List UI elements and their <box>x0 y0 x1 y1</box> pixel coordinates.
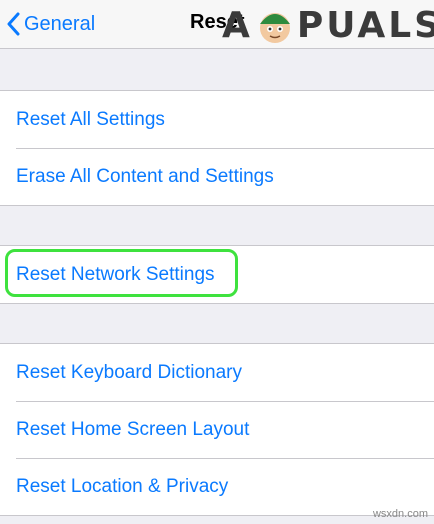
settings-group-general-reset: Reset All Settings Erase All Content and… <box>0 90 434 206</box>
row-label: Reset Keyboard Dictionary <box>16 361 242 383</box>
reset-network-settings-row[interactable]: Reset Network Settings <box>0 246 434 303</box>
settings-group-other-reset: Reset Keyboard Dictionary Reset Home Scr… <box>0 343 434 516</box>
row-label: Reset Network Settings <box>16 263 215 285</box>
mascot-logo-icon <box>259 13 290 43</box>
settings-group-network: Reset Network Settings <box>0 245 434 304</box>
reset-location-privacy-row[interactable]: Reset Location & Privacy <box>0 458 434 515</box>
row-label: Reset All Settings <box>16 108 165 130</box>
row-label: Reset Home Screen Layout <box>16 418 250 440</box>
reset-all-settings-row[interactable]: Reset All Settings <box>0 91 434 148</box>
row-label: Erase All Content and Settings <box>16 165 274 187</box>
row-label: Reset Location & Privacy <box>16 475 229 497</box>
reset-home-screen-layout-row[interactable]: Reset Home Screen Layout <box>0 401 434 458</box>
reset-keyboard-dictionary-row[interactable]: Reset Keyboard Dictionary <box>0 344 434 401</box>
erase-all-content-row[interactable]: Erase All Content and Settings <box>0 148 434 205</box>
site-watermark: wsxdn.com <box>372 508 428 520</box>
watermark-letters-puals: PUALS <box>296 5 434 46</box>
chevron-left-icon <box>7 12 20 36</box>
back-button[interactable]: General <box>6 10 95 38</box>
watermark-letter-a: A <box>222 5 253 46</box>
back-button-label: General <box>24 12 96 35</box>
appuals-watermark: A PUALS <box>222 4 434 48</box>
